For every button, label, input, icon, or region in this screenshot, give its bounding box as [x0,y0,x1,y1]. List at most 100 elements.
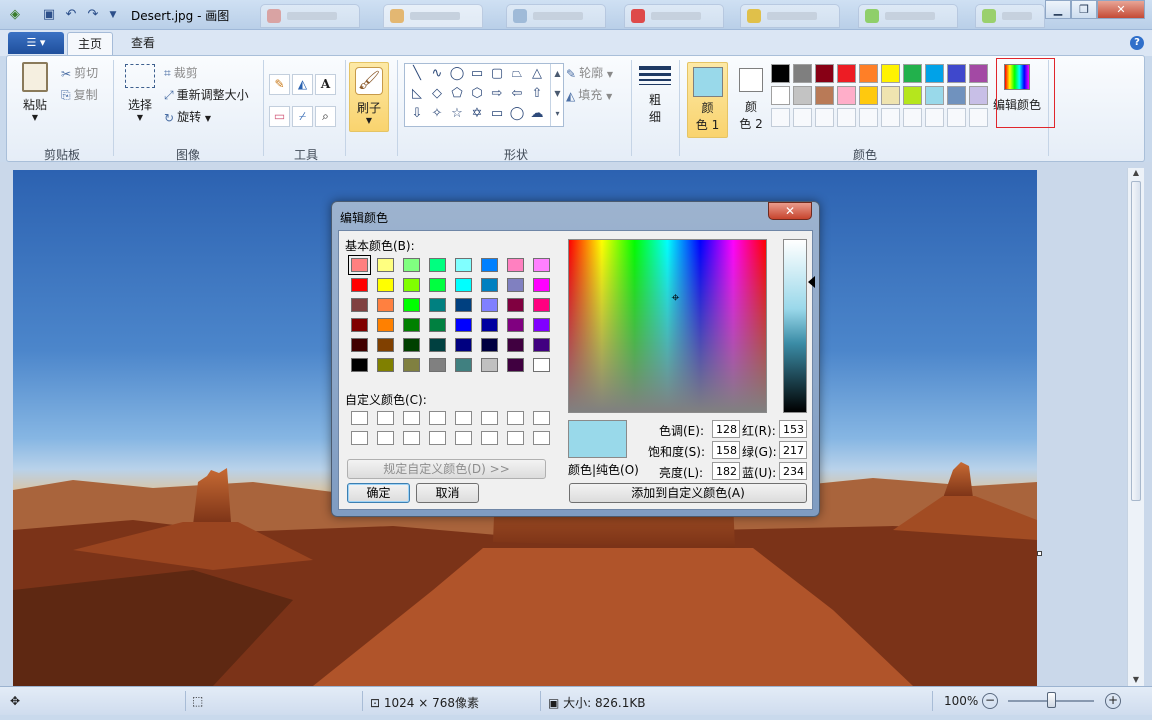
custom-color-swatch[interactable] [377,431,394,445]
basic-color-swatch[interactable] [403,318,420,332]
zoom-slider-thumb[interactable] [1047,692,1056,708]
zoom-out-icon[interactable]: − [982,693,998,709]
color-picker-icon[interactable]: ⌿ [292,106,313,127]
palette-empty-swatch[interactable] [837,108,856,127]
basic-color-swatch[interactable] [377,338,394,352]
crop-button[interactable]: ⌗ 裁剪 [164,64,198,81]
palette-color-swatch[interactable] [969,64,988,83]
select-button[interactable]: 选择 ▼ [123,64,157,122]
basic-color-swatch[interactable] [481,338,498,352]
basic-color-swatch[interactable] [455,258,472,272]
basic-color-swatch[interactable] [403,258,420,272]
basic-color-swatch[interactable] [481,258,498,272]
rectangle-shape-icon[interactable]: ▭ [467,64,487,84]
restore-icon[interactable]: ❐ [1071,0,1097,19]
down-arrow-shape-icon[interactable]: ⇩ [407,104,427,124]
palette-color-swatch[interactable] [837,64,856,83]
scroll-up-icon[interactable]: ▲ [1128,168,1144,177]
basic-color-swatch[interactable] [403,298,420,312]
redo-icon[interactable]: ↷ [84,6,102,24]
basic-color-swatch[interactable] [377,318,394,332]
outline-button[interactable]: ✎ 轮廓 ▼ [566,64,613,81]
basic-color-swatch[interactable] [429,258,446,272]
scroll-thumb[interactable] [1131,181,1141,501]
basic-color-swatch[interactable] [455,318,472,332]
palette-empty-swatch[interactable] [881,108,900,127]
basic-color-swatch[interactable] [507,258,524,272]
palette-color-swatch[interactable] [859,86,878,105]
basic-color-swatch[interactable] [377,258,394,272]
palette-color-swatch[interactable] [793,86,812,105]
basic-color-swatch[interactable] [533,298,550,312]
basic-color-swatch[interactable] [533,358,550,372]
palette-color-swatch[interactable] [881,86,900,105]
custom-color-swatch[interactable] [481,411,498,425]
basic-color-swatch[interactable] [507,278,524,292]
brush-button[interactable]: 🖌 刷子 ▼ [349,62,389,132]
luminance-arrow-icon[interactable] [808,276,815,288]
basic-color-swatch[interactable] [533,318,550,332]
custom-color-swatch[interactable] [533,431,550,445]
up-arrow-shape-icon[interactable]: ⇧ [527,84,547,104]
hue-input[interactable] [712,420,740,438]
app-menu-button[interactable]: ☰ ▾ [8,32,64,54]
basic-color-swatch[interactable] [429,338,446,352]
fill-button[interactable]: ◭ 填充 ▼ [566,86,612,103]
palette-empty-swatch[interactable] [859,108,878,127]
left-arrow-shape-icon[interactable]: ⇦ [507,84,527,104]
palette-empty-swatch[interactable] [925,108,944,127]
basic-color-swatch[interactable] [403,338,420,352]
red-input[interactable] [779,420,807,438]
palette-color-swatch[interactable] [793,64,812,83]
zoom-in-icon[interactable]: + [1105,693,1121,709]
basic-color-swatch[interactable] [351,338,368,352]
palette-empty-swatch[interactable] [969,108,988,127]
basic-color-swatch[interactable] [481,278,498,292]
saturation-input[interactable] [712,441,740,459]
basic-color-swatch[interactable] [429,318,446,332]
basic-color-swatch[interactable] [351,358,368,372]
palette-color-swatch[interactable] [771,86,790,105]
custom-color-swatch[interactable] [455,431,472,445]
rect-callout-shape-icon[interactable]: ▭ [487,104,507,124]
custom-color-swatch[interactable] [507,411,524,425]
palette-color-swatch[interactable] [881,64,900,83]
six-point-star-shape-icon[interactable]: ✡ [467,104,487,124]
luminance-slider[interactable] [783,239,807,413]
basic-color-swatch[interactable] [348,255,371,275]
diamond-shape-icon[interactable]: ◇ [427,84,447,104]
custom-color-swatch[interactable] [533,411,550,425]
blue-input[interactable] [779,462,807,480]
basic-color-swatch[interactable] [455,278,472,292]
oval-shape-icon[interactable]: ◯ [447,64,467,84]
cloud-callout-shape-icon[interactable]: ☁ [527,104,547,124]
shapes-scroll[interactable]: ▲ ▼ ▾ [550,64,564,126]
basic-color-swatch[interactable] [507,358,524,372]
vertical-scrollbar[interactable]: ▲ ▼ [1127,168,1144,686]
magnifier-icon[interactable]: ⌕ [315,106,336,127]
resize-button[interactable]: ⤢ 重新调整大小 [164,86,249,103]
rotate-button[interactable]: ↻ 旋转 ▼ [164,108,211,125]
copy-button[interactable]: ⎘ 复制 [61,86,98,103]
basic-color-swatch[interactable] [455,338,472,352]
basic-color-swatch[interactable] [533,338,550,352]
palette-color-swatch[interactable] [815,64,834,83]
basic-color-swatch[interactable] [507,318,524,332]
basic-color-swatch[interactable] [481,298,498,312]
text-icon[interactable]: A [315,74,336,95]
help-icon[interactable]: ? [1130,36,1144,50]
paint-app-icon[interactable]: ◈ [6,6,24,24]
rounded-rectangle-shape-icon[interactable]: ▢ [487,64,507,84]
color-spectrum[interactable]: ⌖ [568,239,767,413]
basic-color-swatch[interactable] [533,278,550,292]
right-triangle-shape-icon[interactable]: ◺ [407,84,427,104]
right-arrow-shape-icon[interactable]: ⇨ [487,84,507,104]
close-icon[interactable]: ✕ [1097,0,1145,19]
five-point-star-shape-icon[interactable]: ☆ [447,104,467,124]
palette-color-swatch[interactable] [947,64,966,83]
minimize-icon[interactable]: ▁ [1045,0,1071,19]
custom-color-swatch[interactable] [403,411,420,425]
scroll-down-icon[interactable]: ▼ [1128,675,1144,684]
custom-color-swatch[interactable] [377,411,394,425]
ok-button[interactable]: 确定 [347,483,410,503]
